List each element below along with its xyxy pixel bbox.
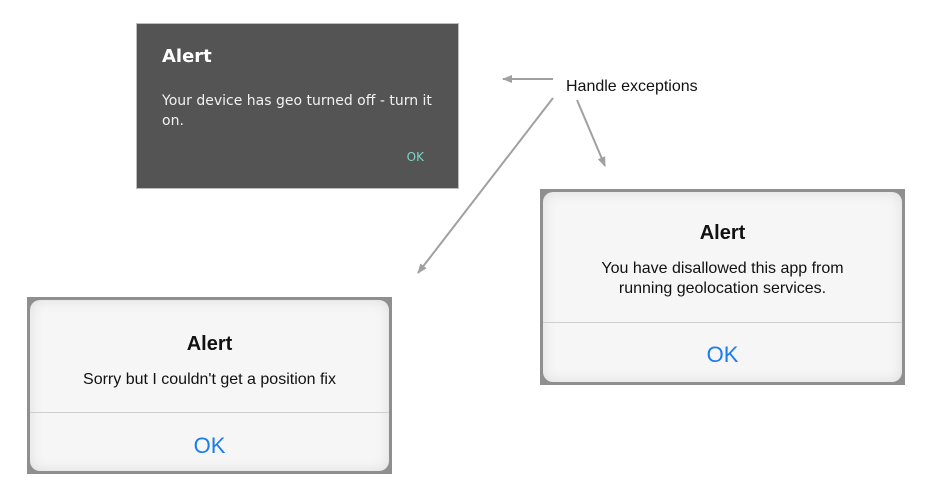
arrow-to-ios-alert-disallowed (576, 99, 606, 167)
annotation-arrows (417, 75, 606, 274)
handle-exceptions-label: Handle exceptions (566, 78, 698, 95)
arrow-to-ios-alert-position (417, 97, 554, 274)
